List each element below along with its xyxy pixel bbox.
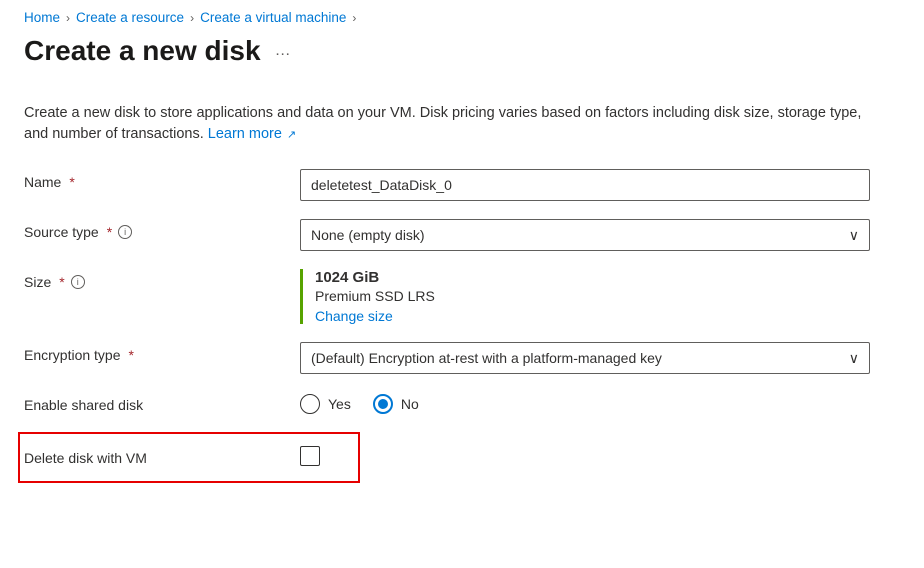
radio-circle-icon (373, 394, 393, 414)
page-title-row: Create a new disk … (24, 35, 900, 67)
row-shared-disk: Enable shared disk Yes No (24, 392, 900, 414)
change-size-link[interactable]: Change size (315, 308, 393, 324)
shared-no-radio[interactable]: No (373, 394, 419, 414)
external-link-icon: ↗ (284, 129, 296, 141)
label-source-type: Source type* i (24, 219, 300, 240)
chevron-right-icon: › (190, 11, 194, 25)
required-star: * (107, 224, 112, 240)
row-source-type: Source type* i None (empty disk) ∨ (24, 219, 900, 251)
label-name: Name* (24, 169, 300, 190)
label-delete-with-vm: Delete disk with VM (24, 450, 300, 466)
breadcrumb: Home › Create a resource › Create a virt… (24, 10, 900, 25)
learn-more-link[interactable]: Learn more ↗ (208, 126, 296, 142)
breadcrumb-create-vm[interactable]: Create a virtual machine (200, 10, 346, 25)
breadcrumb-create-resource[interactable]: Create a resource (76, 10, 184, 25)
delete-with-vm-highlight: Delete disk with VM (18, 432, 360, 483)
size-value: 1024 GiB (315, 269, 870, 286)
radio-label: No (401, 396, 419, 412)
chevron-right-icon: › (66, 11, 70, 25)
radio-label: Yes (328, 396, 351, 412)
shared-disk-radio-group: Yes No (300, 392, 870, 414)
label-encryption: Encryption type* (24, 342, 300, 363)
size-block: 1024 GiB Premium SSD LRS Change size (300, 269, 870, 324)
breadcrumb-home[interactable]: Home (24, 10, 60, 25)
name-input[interactable] (300, 169, 870, 201)
row-name: Name* (24, 169, 900, 201)
label-shared-disk: Enable shared disk (24, 392, 300, 413)
more-icon[interactable]: … (275, 43, 293, 59)
info-icon[interactable]: i (118, 225, 132, 239)
chevron-down-icon: ∨ (849, 350, 859, 367)
required-star: * (129, 347, 134, 363)
shared-yes-radio[interactable]: Yes (300, 394, 351, 414)
info-icon[interactable]: i (71, 275, 85, 289)
label-size: Size* i (24, 269, 300, 290)
delete-with-vm-checkbox[interactable] (300, 446, 320, 466)
form: Name* Source type* i None (empty disk) ∨… (24, 169, 900, 483)
row-encryption: Encryption type* (Default) Encryption at… (24, 342, 900, 374)
chevron-down-icon: ∨ (849, 227, 859, 244)
select-value: None (empty disk) (311, 227, 425, 243)
select-value: (Default) Encryption at-rest with a plat… (311, 350, 662, 366)
page-description: Create a new disk to store applications … (24, 103, 874, 145)
required-star: * (59, 274, 64, 290)
encryption-select[interactable]: (Default) Encryption at-rest with a plat… (300, 342, 870, 374)
size-type: Premium SSD LRS (315, 288, 870, 304)
description-text: Create a new disk to store applications … (24, 105, 861, 142)
chevron-right-icon: › (352, 11, 356, 25)
source-type-select[interactable]: None (empty disk) ∨ (300, 219, 870, 251)
required-star: * (69, 174, 74, 190)
row-size: Size* i 1024 GiB Premium SSD LRS Change … (24, 269, 900, 324)
radio-circle-icon (300, 394, 320, 414)
page-title: Create a new disk (24, 35, 261, 67)
